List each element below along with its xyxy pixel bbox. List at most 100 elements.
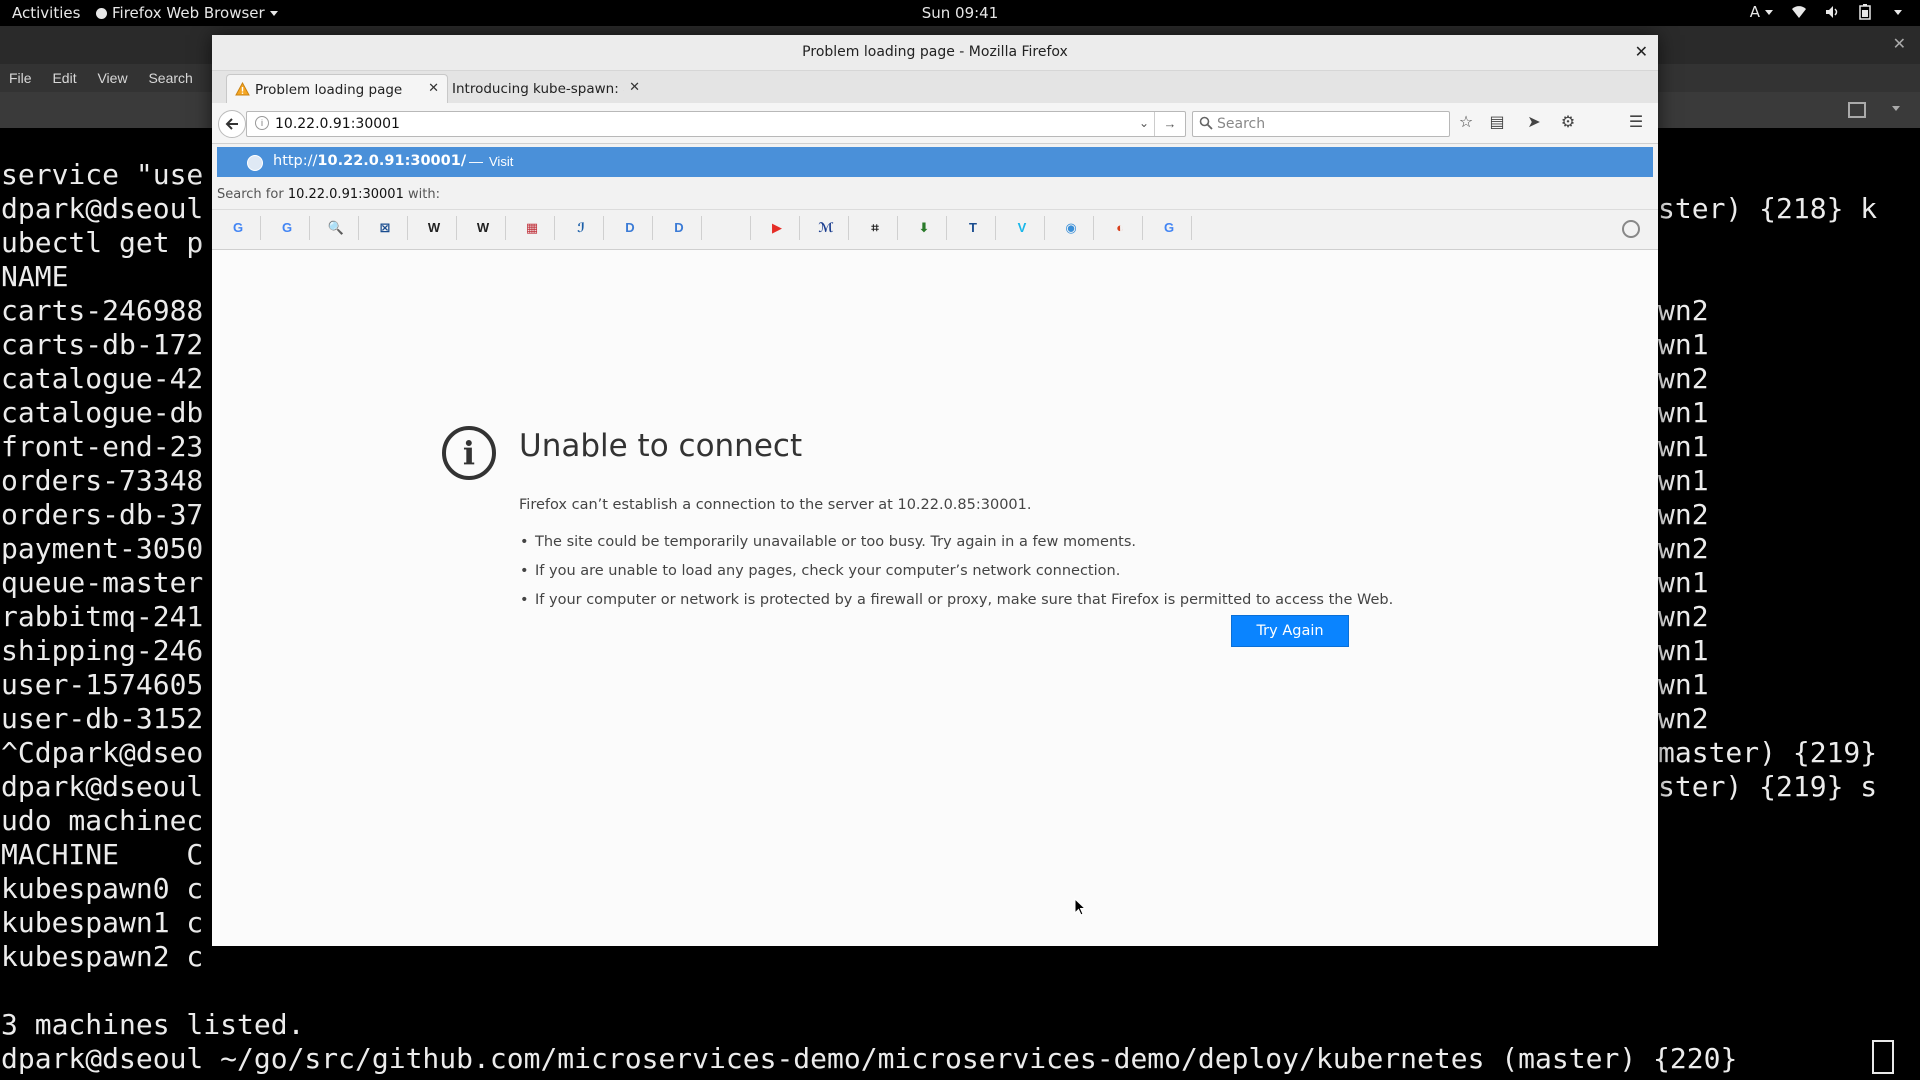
search-engine-icon[interactable]: W xyxy=(473,218,493,238)
search-engine-icon[interactable]: T xyxy=(963,218,983,238)
url-bar[interactable]: i 10.22.0.91:30001 ⌄ → xyxy=(246,111,1186,137)
search-engine-icon[interactable]: G xyxy=(1159,218,1179,238)
search-engine-icon[interactable]: ⊠ xyxy=(375,218,395,238)
chevron-down-icon xyxy=(269,11,278,16)
terminal-line: queue-master xyxy=(1,566,204,599)
page-title: Unable to connect xyxy=(519,428,803,464)
search-engine-icon[interactable]: ⌗ xyxy=(865,218,885,238)
search-bar[interactable]: Search xyxy=(1192,111,1450,137)
search-settings-icon[interactable] xyxy=(1622,220,1640,238)
terminal-line: wn1 xyxy=(1658,634,1709,667)
autocomplete-separator: — xyxy=(469,153,483,169)
terminal-line: MACHINE C xyxy=(1,838,204,871)
search-engine-icon[interactable]: ⬇ xyxy=(914,218,934,238)
globe-icon xyxy=(247,155,263,171)
search-engine-icon[interactable]: ◉ xyxy=(1061,218,1081,238)
divider xyxy=(554,216,555,240)
search-engine-icon[interactable] xyxy=(718,218,738,238)
divider xyxy=(407,216,408,240)
divider xyxy=(309,216,310,240)
terminal-line: wn2 xyxy=(1658,600,1709,633)
firefox-window: Problem loading page - Mozilla Firefox ✕… xyxy=(212,35,1658,946)
search-engine-icon[interactable]: W xyxy=(424,218,444,238)
menu-search[interactable]: Search xyxy=(148,70,192,86)
search-engine-icon[interactable]: G xyxy=(277,218,297,238)
system-tray[interactable]: A xyxy=(1750,3,1902,21)
menu-file[interactable]: File xyxy=(9,70,32,86)
terminal-line: wn2 xyxy=(1658,294,1709,327)
menu-view[interactable]: View xyxy=(97,70,127,86)
chevron-down-icon xyxy=(1765,10,1773,15)
chevron-down-icon[interactable] xyxy=(1892,106,1900,111)
terminal-line: orders-73348 xyxy=(1,464,204,497)
terminal-line: NAME xyxy=(1,260,69,293)
url-autocomplete-popup: http://10.22.0.91:30001/ — Visit Search … xyxy=(212,144,1658,250)
firefox-titlebar: Problem loading page - Mozilla Firefox ✕ xyxy=(212,35,1658,71)
divider xyxy=(652,216,653,240)
new-tab-icon[interactable] xyxy=(1848,102,1866,118)
back-button[interactable] xyxy=(218,110,246,138)
terminal-line: master) {219} xyxy=(1658,736,1878,769)
keyboard-layout-indicator[interactable]: A xyxy=(1750,3,1773,21)
close-icon[interactable]: ✕ xyxy=(1635,42,1648,62)
terminal-line: wn1 xyxy=(1658,328,1709,361)
terminal-line: carts-db-172 xyxy=(1,328,204,361)
bookmark-star-icon[interactable]: ☆ xyxy=(1456,113,1476,133)
search-engine-icon[interactable]: 🔍 xyxy=(326,218,346,238)
pocket-send-icon[interactable]: ➤ xyxy=(1524,113,1544,133)
battery-icon xyxy=(1859,4,1871,20)
search-input[interactable]: Search xyxy=(1217,116,1265,132)
chevron-down-icon xyxy=(1894,9,1902,15)
search-engine-icon[interactable]: ℳ xyxy=(816,218,836,238)
chevron-down-icon[interactable]: ⌄ xyxy=(1139,116,1149,130)
search-engine-icon[interactable]: ▦ xyxy=(522,218,542,238)
divider xyxy=(995,216,996,240)
divider xyxy=(358,216,359,240)
url-input[interactable]: 10.22.0.91:30001 xyxy=(275,116,400,132)
divider xyxy=(701,216,702,240)
go-button[interactable]: → xyxy=(1154,112,1185,136)
divider xyxy=(456,216,457,240)
search-engine-icon[interactable]: D xyxy=(669,218,689,238)
terminal-line: wn1 xyxy=(1658,566,1709,599)
search-engine-icon[interactable]: ◐ xyxy=(1110,218,1130,238)
search-engine-icon[interactable]: V xyxy=(1012,218,1032,238)
terminal-line: wn1 xyxy=(1658,396,1709,429)
tab-kube-spawn[interactable]: Introducing kube-spawn: a ✕ xyxy=(438,74,648,103)
menu-edit[interactable]: Edit xyxy=(52,70,76,86)
terminal-line: user-db-3152 xyxy=(1,702,204,735)
reading-list-icon[interactable]: ▤ xyxy=(1487,113,1507,133)
search-engine-icon[interactable]: G xyxy=(228,218,248,238)
mouse-pointer-icon xyxy=(1074,898,1086,916)
tab-problem-loading[interactable]: Problem loading page ✕ xyxy=(226,74,448,104)
divider xyxy=(1093,216,1094,240)
window-title: Problem loading page - Mozilla Firefox xyxy=(802,44,1068,60)
terminal-line: dpark@dseoul xyxy=(1,770,204,803)
terminal-line: payment-3050 xyxy=(1,532,204,565)
info-icon[interactable]: i xyxy=(255,116,269,130)
app-menu[interactable]: Firefox Web Browser xyxy=(96,4,278,22)
info-icon: i xyxy=(442,426,496,480)
activities-button[interactable]: Activities xyxy=(12,4,80,22)
divider xyxy=(946,216,947,240)
terminal-line: udo machinec xyxy=(1,804,204,837)
close-icon[interactable]: ✕ xyxy=(629,80,640,95)
close-icon[interactable]: ✕ xyxy=(1893,34,1906,54)
terminal-line: wn2 xyxy=(1658,498,1709,531)
divider xyxy=(1191,216,1192,240)
terminal-line: ubectl get p xyxy=(1,226,204,259)
search-engine-icon[interactable]: D xyxy=(620,218,640,238)
try-again-button[interactable]: Try Again xyxy=(1231,615,1349,647)
extension-icon[interactable]: ⚙ xyxy=(1558,113,1578,133)
hamburger-menu-icon[interactable]: ☰ xyxy=(1626,113,1646,133)
autocomplete-url: http://10.22.0.91:30001/ xyxy=(273,153,467,169)
terminal-cursor xyxy=(1872,1040,1894,1074)
search-engine-icon[interactable]: ▶ xyxy=(767,218,787,238)
terminal-line: wn2 xyxy=(1658,702,1709,735)
autocomplete-row[interactable]: http://10.22.0.91:30001/ — Visit xyxy=(217,147,1653,177)
terminal-line: 3 machines listed. xyxy=(1,1008,305,1041)
search-icon xyxy=(1199,116,1213,130)
search-engine-icon[interactable]: ℐ xyxy=(571,218,591,238)
one-off-search-engines: G G 🔍 ⊠ W W ▦ ℐ D D ▶ ℳ ⌗ ⬇ T V ◉ ◐ G xyxy=(212,209,1658,248)
clock[interactable]: Sun 09:41 xyxy=(0,4,1920,22)
